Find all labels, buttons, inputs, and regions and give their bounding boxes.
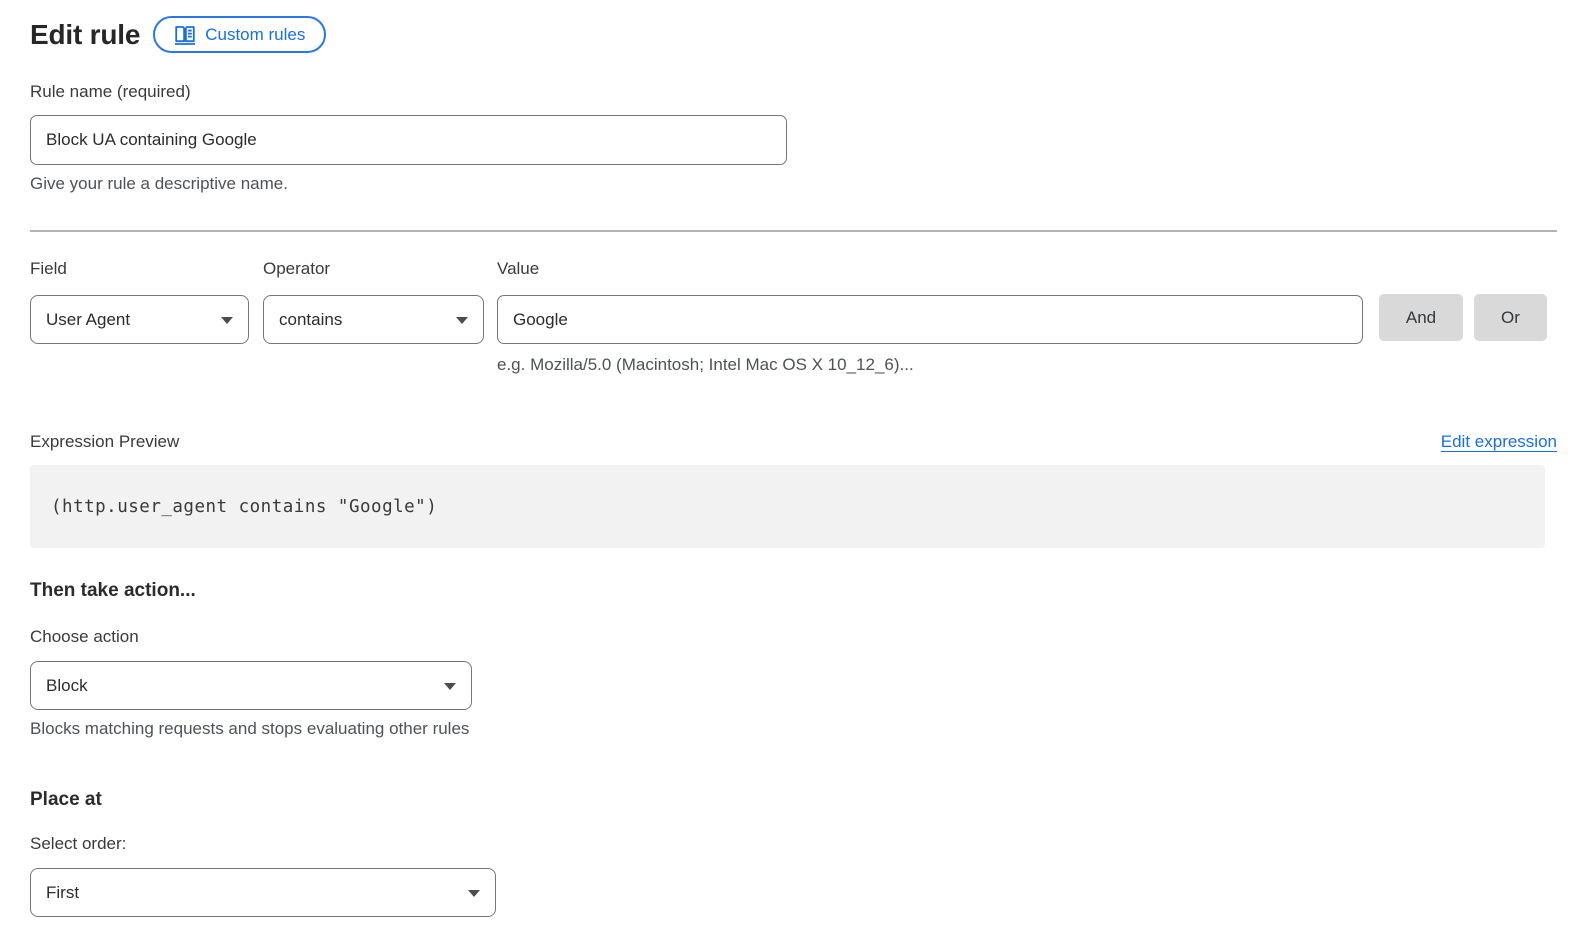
field-column: Field User Agent [30, 259, 249, 344]
open-book-icon [174, 25, 196, 45]
logic-buttons: And Or [1379, 259, 1547, 341]
chevron-down-icon [221, 317, 233, 324]
condition-row: Field User Agent Operator contains Value… [30, 259, 1557, 375]
page-header: Edit rule Custom rules [30, 16, 1557, 53]
order-select[interactable]: First [30, 868, 496, 917]
field-label: Field [30, 259, 249, 279]
rule-name-input[interactable] [30, 115, 787, 165]
action-helper: Blocks matching requests and stops evalu… [30, 719, 1557, 739]
expression-code: (http.user_agent contains "Google") [51, 497, 437, 517]
operator-label: Operator [263, 259, 484, 279]
chevron-down-icon [468, 890, 480, 897]
and-button[interactable]: And [1379, 294, 1463, 341]
place-at-heading: Place at [30, 789, 1557, 811]
action-heading: Then take action... [30, 580, 1557, 602]
rule-name-label: Rule name (required) [30, 82, 1557, 102]
action-select-value: Block [46, 676, 88, 696]
page-title: Edit rule [30, 19, 140, 51]
field-select-value: User Agent [46, 310, 130, 330]
operator-select[interactable]: contains [263, 295, 484, 344]
value-helper: e.g. Mozilla/5.0 (Macintosh; Intel Mac O… [497, 355, 1363, 375]
edit-rule-page: Edit rule Custom rules Rule name (requir… [0, 0, 1587, 917]
operator-column: Operator contains [263, 259, 484, 344]
action-section: Then take action... Choose action Block … [30, 580, 1557, 739]
chevron-down-icon [444, 683, 456, 690]
value-input[interactable] [497, 295, 1363, 344]
select-order-label: Select order: [30, 834, 1557, 854]
chevron-down-icon [456, 317, 468, 324]
expression-header: Expression Preview Edit expression [30, 432, 1557, 452]
expression-preview-label: Expression Preview [30, 432, 179, 452]
placement-section: Place at Select order: First [30, 789, 1557, 917]
custom-rules-button-label: Custom rules [205, 25, 305, 45]
value-column: Value e.g. Mozilla/5.0 (Macintosh; Intel… [497, 259, 1363, 375]
expression-preview-box: (http.user_agent contains "Google") [30, 465, 1545, 548]
custom-rules-button[interactable]: Custom rules [153, 16, 326, 53]
order-select-value: First [46, 883, 79, 903]
rule-name-section: Rule name (required) Give your rule a de… [30, 82, 1557, 194]
action-select[interactable]: Block [30, 661, 472, 710]
field-select[interactable]: User Agent [30, 295, 249, 344]
expression-section: Expression Preview Edit expression (http… [30, 432, 1557, 548]
edit-expression-link[interactable]: Edit expression [1441, 432, 1557, 452]
value-label: Value [497, 259, 1363, 279]
choose-action-label: Choose action [30, 627, 1557, 647]
or-button[interactable]: Or [1474, 294, 1547, 341]
rule-name-helper: Give your rule a descriptive name. [30, 174, 1557, 194]
operator-select-value: contains [279, 310, 342, 330]
section-divider [30, 230, 1557, 232]
